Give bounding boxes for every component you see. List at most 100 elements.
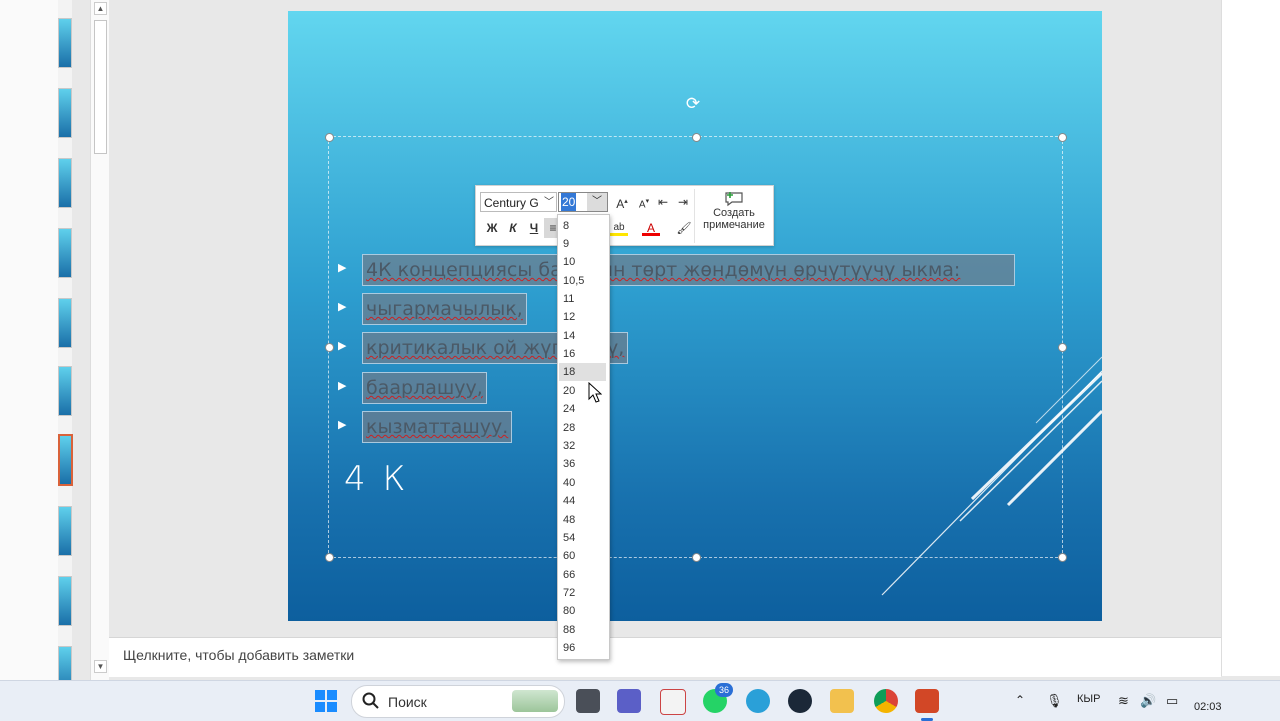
font-size-box[interactable]: 20 ﹀ [558,192,608,212]
size-option[interactable]: 9 [559,235,606,253]
size-option[interactable]: 80 [559,602,606,620]
wifi-icon[interactable]: ≋ [1118,693,1129,709]
taskbar: Поиск 36 ⌃ 🎙 КЫР ≋ 🔊 ▭ 02:03 [0,680,1280,721]
resize-handle[interactable] [325,343,334,352]
taskbar-search-box[interactable]: Поиск [351,685,565,718]
resize-handle[interactable] [1058,553,1067,562]
size-option[interactable]: 36 [559,455,606,473]
bullet-arrow-icon: ▶ [338,380,347,392]
slide-thumbnail[interactable] [58,366,72,416]
comment-label-line2: примечание [703,219,765,231]
media-app-icon[interactable] [576,689,600,713]
resize-handle[interactable] [325,553,334,562]
comment-label-line1: Создать [713,207,755,219]
teams-icon[interactable] [617,689,641,713]
chevron-up-icon[interactable]: ⌃ [1015,693,1025,707]
slide-thumbnail[interactable] [58,88,72,138]
clock-time[interactable]: 02:03 [1194,701,1222,713]
chrome-icon[interactable] [874,689,898,713]
bold-button[interactable]: Ж [483,218,501,238]
slide-thumbnail[interactable] [58,506,72,556]
size-option[interactable]: 11 [559,290,606,308]
battery-icon[interactable]: ▭ [1166,693,1178,709]
resize-handle[interactable] [1058,133,1067,142]
file-explorer-icon[interactable] [830,689,854,713]
left-edge-panel [0,0,59,680]
scrollbar-thumb[interactable] [94,20,107,154]
bullet-text[interactable]: чыгармачылык, [362,293,527,325]
new-comment-button[interactable]: Создать примечание [694,189,773,243]
slide-canvas[interactable]: ⟳ ▶ 4К концепциясы баланын төрт жөндөмүн… [288,11,1102,621]
size-option[interactable]: 8 [559,217,606,235]
resize-handle[interactable] [1058,343,1067,352]
italic-button[interactable]: К [504,218,522,238]
slide-title[interactable]: 4 К [344,459,408,499]
volume-icon[interactable]: 🔊 [1140,693,1156,709]
search-icon [362,692,379,709]
size-option[interactable]: 28 [559,419,606,437]
bullet-arrow-icon: ▶ [338,301,347,313]
thumbnail-scrollbar[interactable]: ▲ ▼ [90,0,109,680]
language-indicator[interactable]: КЫР [1077,693,1100,705]
highlight-color-icon[interactable]: ab [610,218,628,238]
decrease-indent-icon[interactable]: ⇤ [654,192,672,212]
notification-badge: 36 [715,683,733,697]
bullet-text[interactable]: кызматташуу. [362,411,513,443]
windows-start-icon[interactable] [315,690,337,712]
size-option[interactable]: 66 [559,566,606,584]
font-size-dropdown-button[interactable]: ﹀ [587,193,607,211]
size-option[interactable]: 10,5 [559,272,606,290]
notes-placeholder: Щелкните, чтобы добавить заметки [123,647,355,663]
increase-indent-icon[interactable]: ⇥ [674,192,692,212]
scroll-down-arrow[interactable]: ▼ [94,660,107,673]
bullet-arrow-icon: ▶ [338,419,347,431]
scroll-up-arrow[interactable]: ▲ [94,2,107,15]
font-size-dropdown[interactable]: 8 9 10 10,5 11 12 14 16 18 20 24 28 32 3… [557,214,610,660]
font-name-box[interactable]: Century G ﹀ [480,192,557,212]
size-option[interactable]: 32 [559,437,606,455]
notes-pane[interactable]: Щелкните, чтобы добавить заметки [109,637,1221,677]
resize-handle[interactable] [692,133,701,142]
steam-icon[interactable] [788,689,812,713]
size-option[interactable]: 72 [559,584,606,602]
mini-toolbar: Century G ﹀ 20 ﹀ A▴ A▾ ⇤ ⇥ Ж К Ч ≡ ab A … [475,185,774,246]
slide-thumbnail[interactable] [58,576,72,626]
slide-thumbnail[interactable] [58,18,72,68]
slide-thumbnail-active[interactable] [58,434,73,486]
chevron-down-icon[interactable]: ﹀ [544,193,554,213]
increase-font-size-icon[interactable]: A▴ [613,192,631,212]
size-option[interactable]: 16 [559,345,606,363]
size-option[interactable]: 48 [559,511,606,529]
size-option[interactable]: 96 [559,639,606,657]
bullet-text[interactable]: баарлашуу, [362,372,487,404]
app-icon[interactable] [660,689,686,715]
rotate-handle-icon[interactable]: ⟳ [684,95,702,113]
slide-thumbnail[interactable] [58,298,72,348]
resize-handle[interactable] [692,553,701,562]
size-option[interactable]: 60 [559,547,606,565]
underline-button[interactable]: Ч [525,218,543,238]
slide-thumbnail[interactable] [58,158,72,208]
font-size-value[interactable]: 20 [561,193,577,211]
slide-thumbnail[interactable] [58,228,72,278]
resize-handle[interactable] [325,133,334,142]
size-option[interactable]: 44 [559,492,606,510]
format-painter-icon[interactable]: 🖌 [675,218,693,238]
decrease-font-size-icon[interactable]: A▾ [635,192,653,212]
size-option[interactable]: 10 [559,253,606,271]
slide-thumbnails-pane[interactable] [58,0,73,696]
size-option[interactable]: 12 [559,308,606,326]
font-name-value: Century G [484,196,539,210]
size-option[interactable]: 54 [559,529,606,547]
powerpoint-icon[interactable] [915,689,939,713]
size-option[interactable]: 40 [559,474,606,492]
bullet-text[interactable]: 4К концепциясы баланын төрт жөндөмүн өрч… [362,254,1015,286]
telegram-icon[interactable] [746,689,770,713]
size-option-highlighted[interactable]: 18 [559,363,606,381]
font-color-icon[interactable]: A [642,218,660,238]
search-highlight-image [512,690,558,712]
microphone-icon[interactable]: 🎙 [1046,693,1063,709]
size-option[interactable]: 88 [559,621,606,639]
search-placeholder: Поиск [388,694,427,710]
size-option[interactable]: 14 [559,327,606,345]
